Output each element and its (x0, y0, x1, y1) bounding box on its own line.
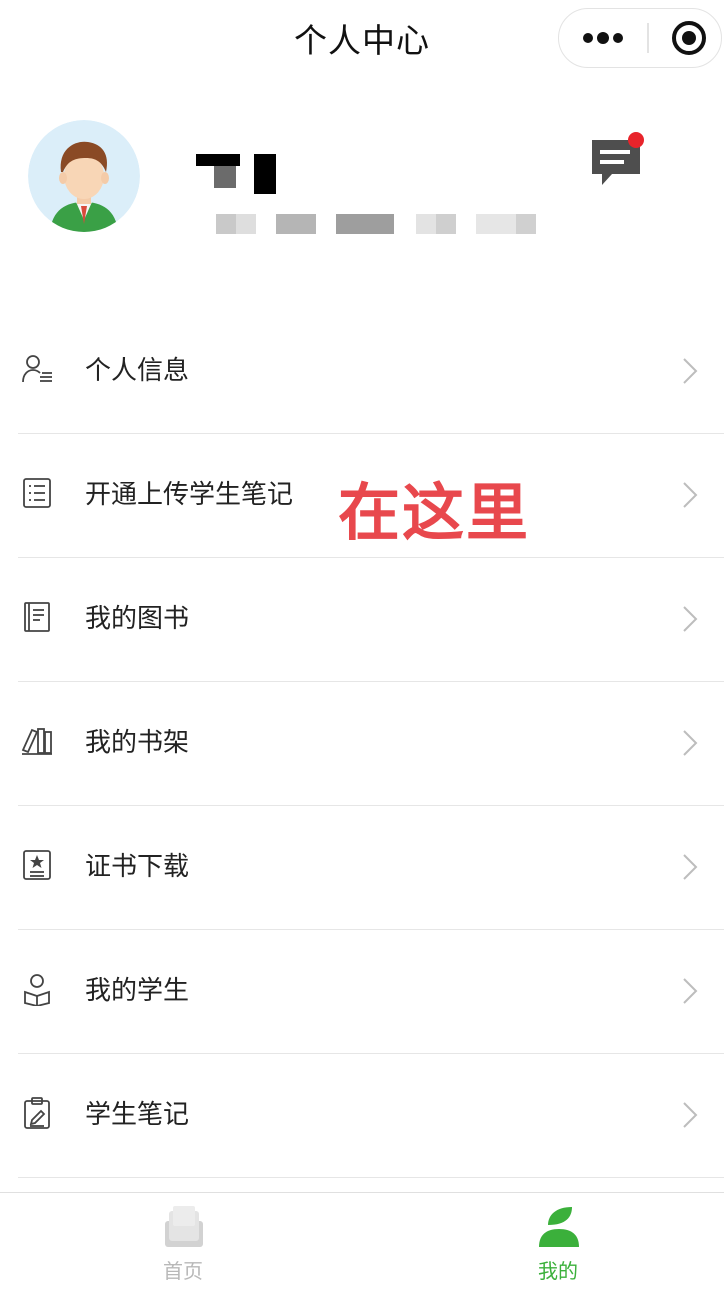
book-icon (20, 600, 54, 634)
certificate-icon (20, 848, 54, 882)
menu-item-label: 我的书架 (85, 728, 190, 758)
menu-item-certificate-download[interactable]: 证书下载 (0, 806, 724, 930)
student-icon (20, 972, 54, 1007)
mine-person-icon (536, 1203, 582, 1249)
navigation-bar: 个人中心 (0, 0, 724, 78)
chevron-right-icon (682, 481, 698, 509)
tab-label: 我的 (538, 1259, 578, 1283)
tab-home[interactable]: 首页 (103, 1193, 263, 1289)
user-profile-icon (20, 352, 54, 386)
tab-bar: 首页 我的 (0, 1192, 724, 1288)
tab-mine[interactable]: 我的 (478, 1193, 638, 1289)
chevron-right-icon (682, 1101, 698, 1129)
tab-label: 首页 (163, 1259, 203, 1283)
chevron-right-icon (682, 357, 698, 385)
chevron-right-icon (682, 605, 698, 633)
annotation-here: 在这里 (338, 476, 531, 549)
menu-item-my-books[interactable]: 我的图书 (0, 558, 724, 682)
menu-item-my-bookshelf[interactable]: 我的书架 (0, 682, 724, 806)
menu-item-label: 证书下载 (85, 852, 190, 882)
menu-item-student-notes[interactable]: 学生笔记 (0, 1054, 724, 1178)
chevron-right-icon (682, 977, 698, 1005)
more-dots-icon[interactable] (559, 9, 647, 66)
menu-item-label: 开通上传学生笔记 (85, 480, 294, 510)
menu-item-personal-info[interactable]: 个人信息 (0, 310, 724, 434)
clipboard-icon (20, 1096, 54, 1130)
avatar-boy-icon[interactable] (28, 120, 140, 232)
menu-item-label: 我的学生 (85, 976, 190, 1006)
mini-program-capsule (558, 8, 722, 68)
divider (18, 1176, 724, 1178)
target-circle-icon[interactable] (659, 9, 719, 66)
menu-item-label: 我的图书 (85, 604, 190, 634)
message-icon[interactable] (586, 128, 650, 192)
home-book-icon (161, 1203, 207, 1249)
menu-item-my-students[interactable]: 我的学生 (0, 930, 724, 1054)
menu-item-label: 个人信息 (85, 356, 190, 386)
list-icon (20, 476, 54, 510)
menu-item-label: 学生笔记 (85, 1100, 190, 1130)
capsule-divider (647, 23, 649, 53)
username-redacted (196, 150, 292, 196)
user-info-redacted (216, 212, 546, 236)
message-badge-dot (628, 132, 644, 148)
chevron-right-icon (682, 853, 698, 881)
chevron-right-icon (682, 729, 698, 757)
bookshelf-icon (20, 724, 54, 758)
menu-list: 个人信息 开通上传学生笔记 我的图书 我的书架 证书下载 我的学生 学生笔记 (0, 310, 724, 1178)
